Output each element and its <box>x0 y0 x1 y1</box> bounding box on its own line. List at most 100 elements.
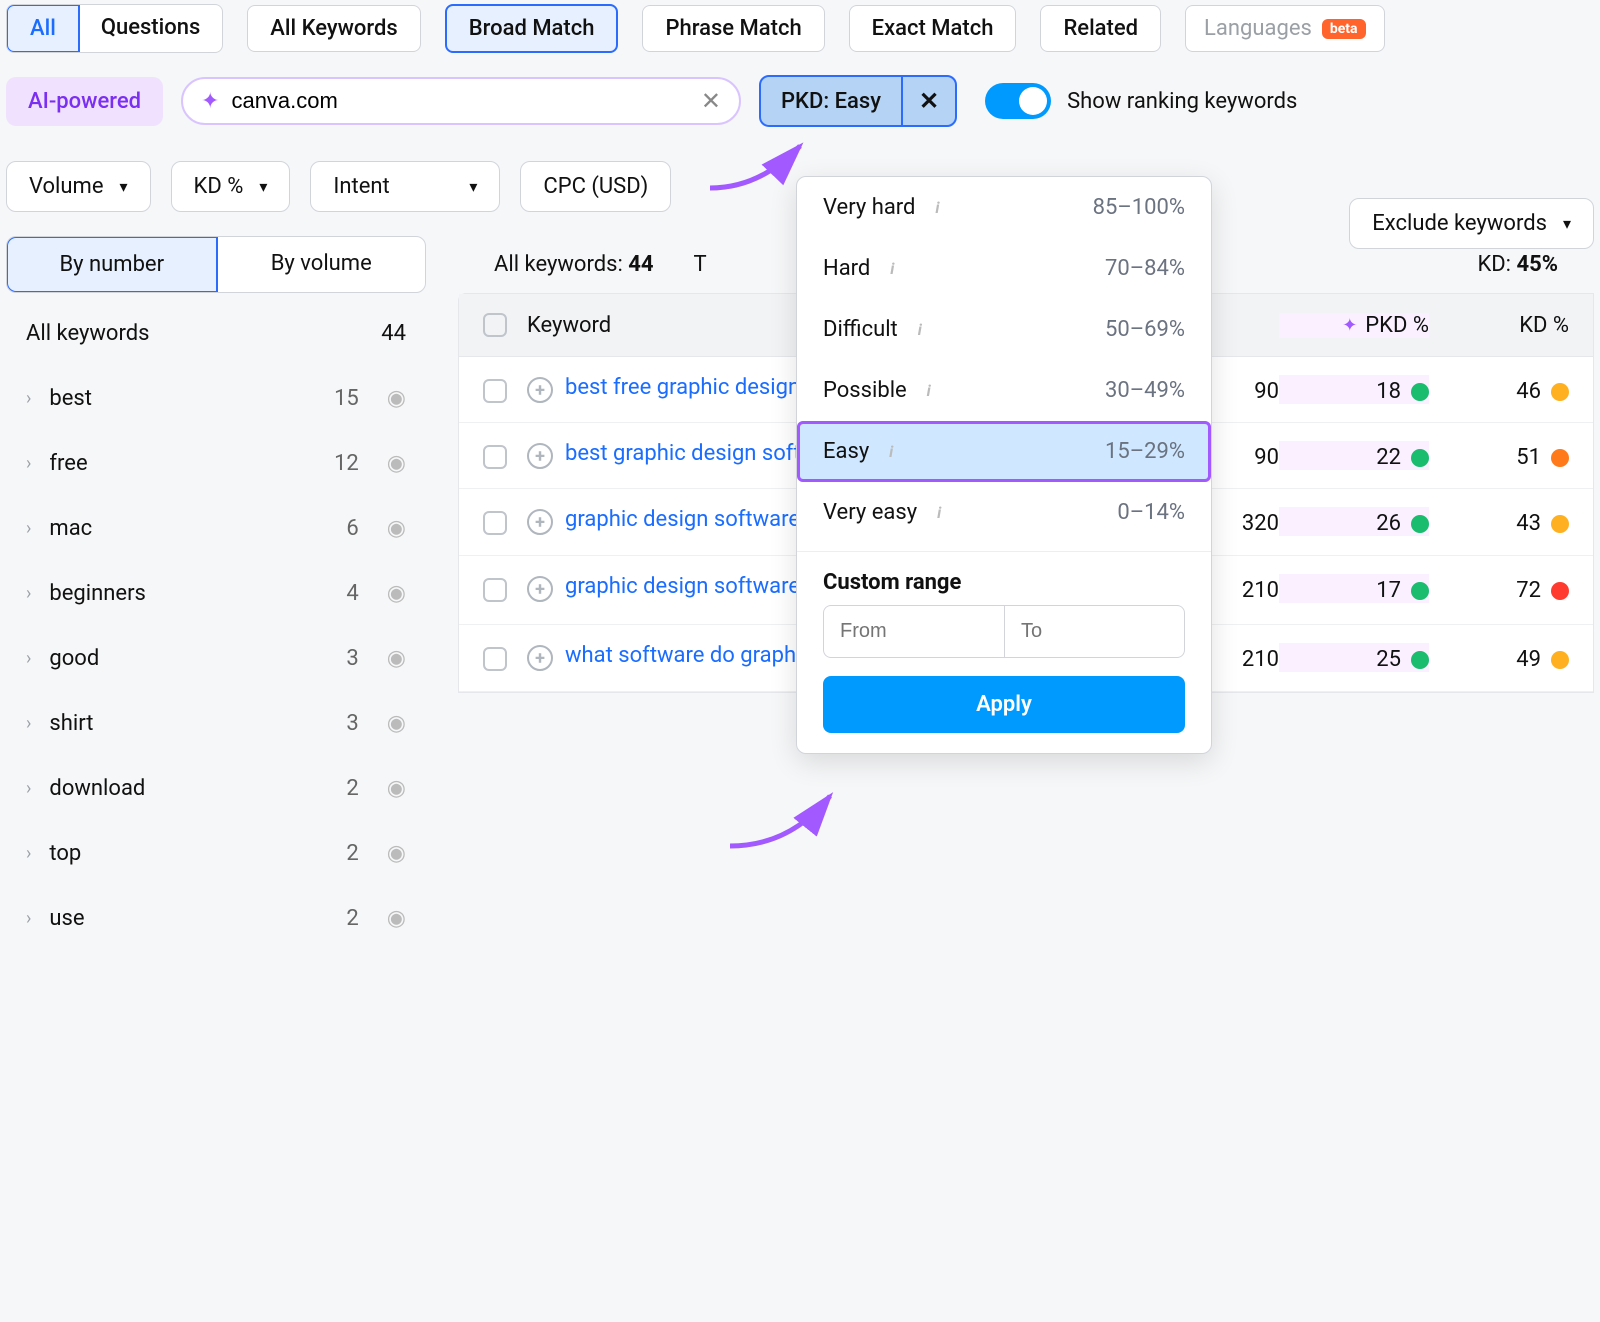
chevron-right-icon: › <box>26 908 31 929</box>
keyword-link[interactable]: graphic design softwares » <box>565 574 833 599</box>
show-ranking-toggle[interactable] <box>985 83 1051 119</box>
sidebar-item[interactable]: › use 2 ◉ <box>6 886 426 951</box>
sidebar-item[interactable]: › mac 6 ◉ <box>6 496 426 561</box>
tab-broad-match[interactable]: Broad Match <box>445 4 619 53</box>
info-icon[interactable]: i <box>929 503 949 523</box>
sidebar-item-name: mac <box>49 516 328 541</box>
pkd-option[interactable]: Hardi 70–84% <box>797 238 1211 299</box>
pkd-cell: 17 <box>1279 574 1429 603</box>
info-icon[interactable]: i <box>910 320 930 340</box>
eye-icon[interactable]: ◉ <box>387 581 406 606</box>
info-icon[interactable]: i <box>927 198 947 218</box>
row-checkbox[interactable] <box>483 445 507 469</box>
clear-domain-icon[interactable]: ✕ <box>701 87 721 115</box>
option-range: 15–29% <box>1105 439 1185 464</box>
sidebar-item[interactable]: › download 2 ◉ <box>6 756 426 821</box>
view-by-volume[interactable]: By volume <box>218 237 426 292</box>
sparkle-icon: ✦ <box>1342 315 1357 336</box>
sidebar-item-count: 2 <box>346 906 358 931</box>
tab-exact-match[interactable]: Exact Match <box>849 5 1017 52</box>
pkd-option[interactable]: Very hardi 85–100% <box>797 177 1211 238</box>
difficulty-dot-icon <box>1551 515 1569 533</box>
eye-icon[interactable]: ◉ <box>387 516 406 541</box>
sidebar-item[interactable]: › free 12 ◉ <box>6 431 426 496</box>
row-checkbox[interactable] <box>483 379 507 403</box>
sidebar-item[interactable]: › top 2 ◉ <box>6 821 426 886</box>
chevron-right-icon: › <box>26 518 31 539</box>
sidebar-item-count: 3 <box>346 646 358 671</box>
custom-to-input[interactable] <box>1004 605 1185 658</box>
pkd-option[interactable]: Difficulti 50–69% <box>797 299 1211 360</box>
difficulty-dot-icon <box>1411 515 1429 533</box>
kd-cell: 51 <box>1429 441 1569 470</box>
kd-cell: 49 <box>1429 643 1569 672</box>
sidebar-item[interactable]: › shirt 3 ◉ <box>6 691 426 756</box>
select-all-checkbox[interactable] <box>483 313 507 337</box>
eye-icon[interactable]: ◉ <box>387 451 406 476</box>
row-checkbox[interactable] <box>483 647 507 671</box>
add-icon[interactable]: + <box>527 377 553 403</box>
chevron-down-icon: ▾ <box>469 177 477 196</box>
col-kd[interactable]: KD % <box>1429 313 1569 338</box>
sidebar-item-name: free <box>49 451 316 476</box>
tab-phrase-match[interactable]: Phrase Match <box>642 5 824 52</box>
tab-questions[interactable]: Questions <box>79 5 222 52</box>
chevron-down-icon: ▾ <box>120 177 128 196</box>
pkd-cell: 18 <box>1279 375 1429 404</box>
filter-intent[interactable]: Intent▾ <box>310 161 500 212</box>
tab-all-keywords[interactable]: All Keywords <box>247 5 420 52</box>
eye-icon[interactable]: ◉ <box>387 646 406 671</box>
chevron-right-icon: › <box>26 388 31 409</box>
eye-icon[interactable]: ◉ <box>387 906 406 931</box>
eye-icon[interactable]: ◉ <box>387 841 406 866</box>
tab-related[interactable]: Related <box>1040 5 1161 52</box>
chevron-right-icon: › <box>26 778 31 799</box>
tab-all[interactable]: All <box>6 4 80 53</box>
add-icon[interactable]: + <box>527 443 553 469</box>
tab-group-all-questions: All Questions <box>6 4 223 53</box>
eye-icon[interactable]: ◉ <box>387 386 406 411</box>
add-icon[interactable]: + <box>527 509 553 535</box>
col-pkd[interactable]: ✦PKD % <box>1279 313 1429 338</box>
pkd-option[interactable]: Possiblei 30–49% <box>797 360 1211 421</box>
summary-kd-label: KD: <box>1477 252 1511 277</box>
sidebar-item-count: 15 <box>334 386 359 411</box>
pkd-chip-label: PKD: Easy <box>761 79 901 124</box>
sidebar-item-count: 2 <box>346 776 358 801</box>
info-icon[interactable]: i <box>919 381 939 401</box>
pkd-option[interactable]: Very easyi 0–14% <box>797 482 1211 543</box>
pkd-filter-chip[interactable]: PKD: Easy ✕ <box>759 75 957 127</box>
option-range: 85–100% <box>1093 195 1185 220</box>
add-icon[interactable]: + <box>527 576 553 602</box>
sidebar-item[interactable]: › good 3 ◉ <box>6 626 426 691</box>
domain-input-wrap[interactable]: ✦ ✕ <box>181 77 741 125</box>
tab-languages[interactable]: Languages beta <box>1185 5 1384 52</box>
sidebar-item[interactable]: › best 15 ◉ <box>6 366 426 431</box>
sidebar-item[interactable]: › beginners 4 ◉ <box>6 561 426 626</box>
pkd-option[interactable]: Easyi 15–29% <box>797 421 1211 482</box>
row-checkbox[interactable] <box>483 511 507 535</box>
filter-cpc[interactable]: CPC (USD) <box>520 161 671 212</box>
apply-button[interactable]: Apply <box>823 676 1185 733</box>
custom-from-input[interactable] <box>823 605 1004 658</box>
sidebar-item-count: 12 <box>334 451 359 476</box>
filter-kd[interactable]: KD %▾ <box>171 161 291 212</box>
option-name: Possible <box>823 378 907 403</box>
pkd-cell: 25 <box>1279 643 1429 672</box>
info-icon[interactable]: i <box>881 442 901 462</box>
filter-volume[interactable]: Volume▾ <box>6 161 151 212</box>
summary-all-val: 44 <box>628 252 653 277</box>
view-by-number[interactable]: By number <box>6 236 218 293</box>
ai-powered-chip: AI-powered <box>6 77 163 126</box>
pkd-chip-close-icon[interactable]: ✕ <box>901 77 955 125</box>
eye-icon[interactable]: ◉ <box>387 776 406 801</box>
chevron-right-icon: › <box>26 648 31 669</box>
sidebar-all-label: All keywords <box>26 321 149 346</box>
sidebar-item-count: 2 <box>346 841 358 866</box>
domain-input[interactable] <box>231 88 688 114</box>
row-checkbox[interactable] <box>483 578 507 602</box>
eye-icon[interactable]: ◉ <box>387 711 406 736</box>
info-icon[interactable]: i <box>882 259 902 279</box>
add-icon[interactable]: + <box>527 645 553 671</box>
option-name: Very easy <box>823 500 917 525</box>
